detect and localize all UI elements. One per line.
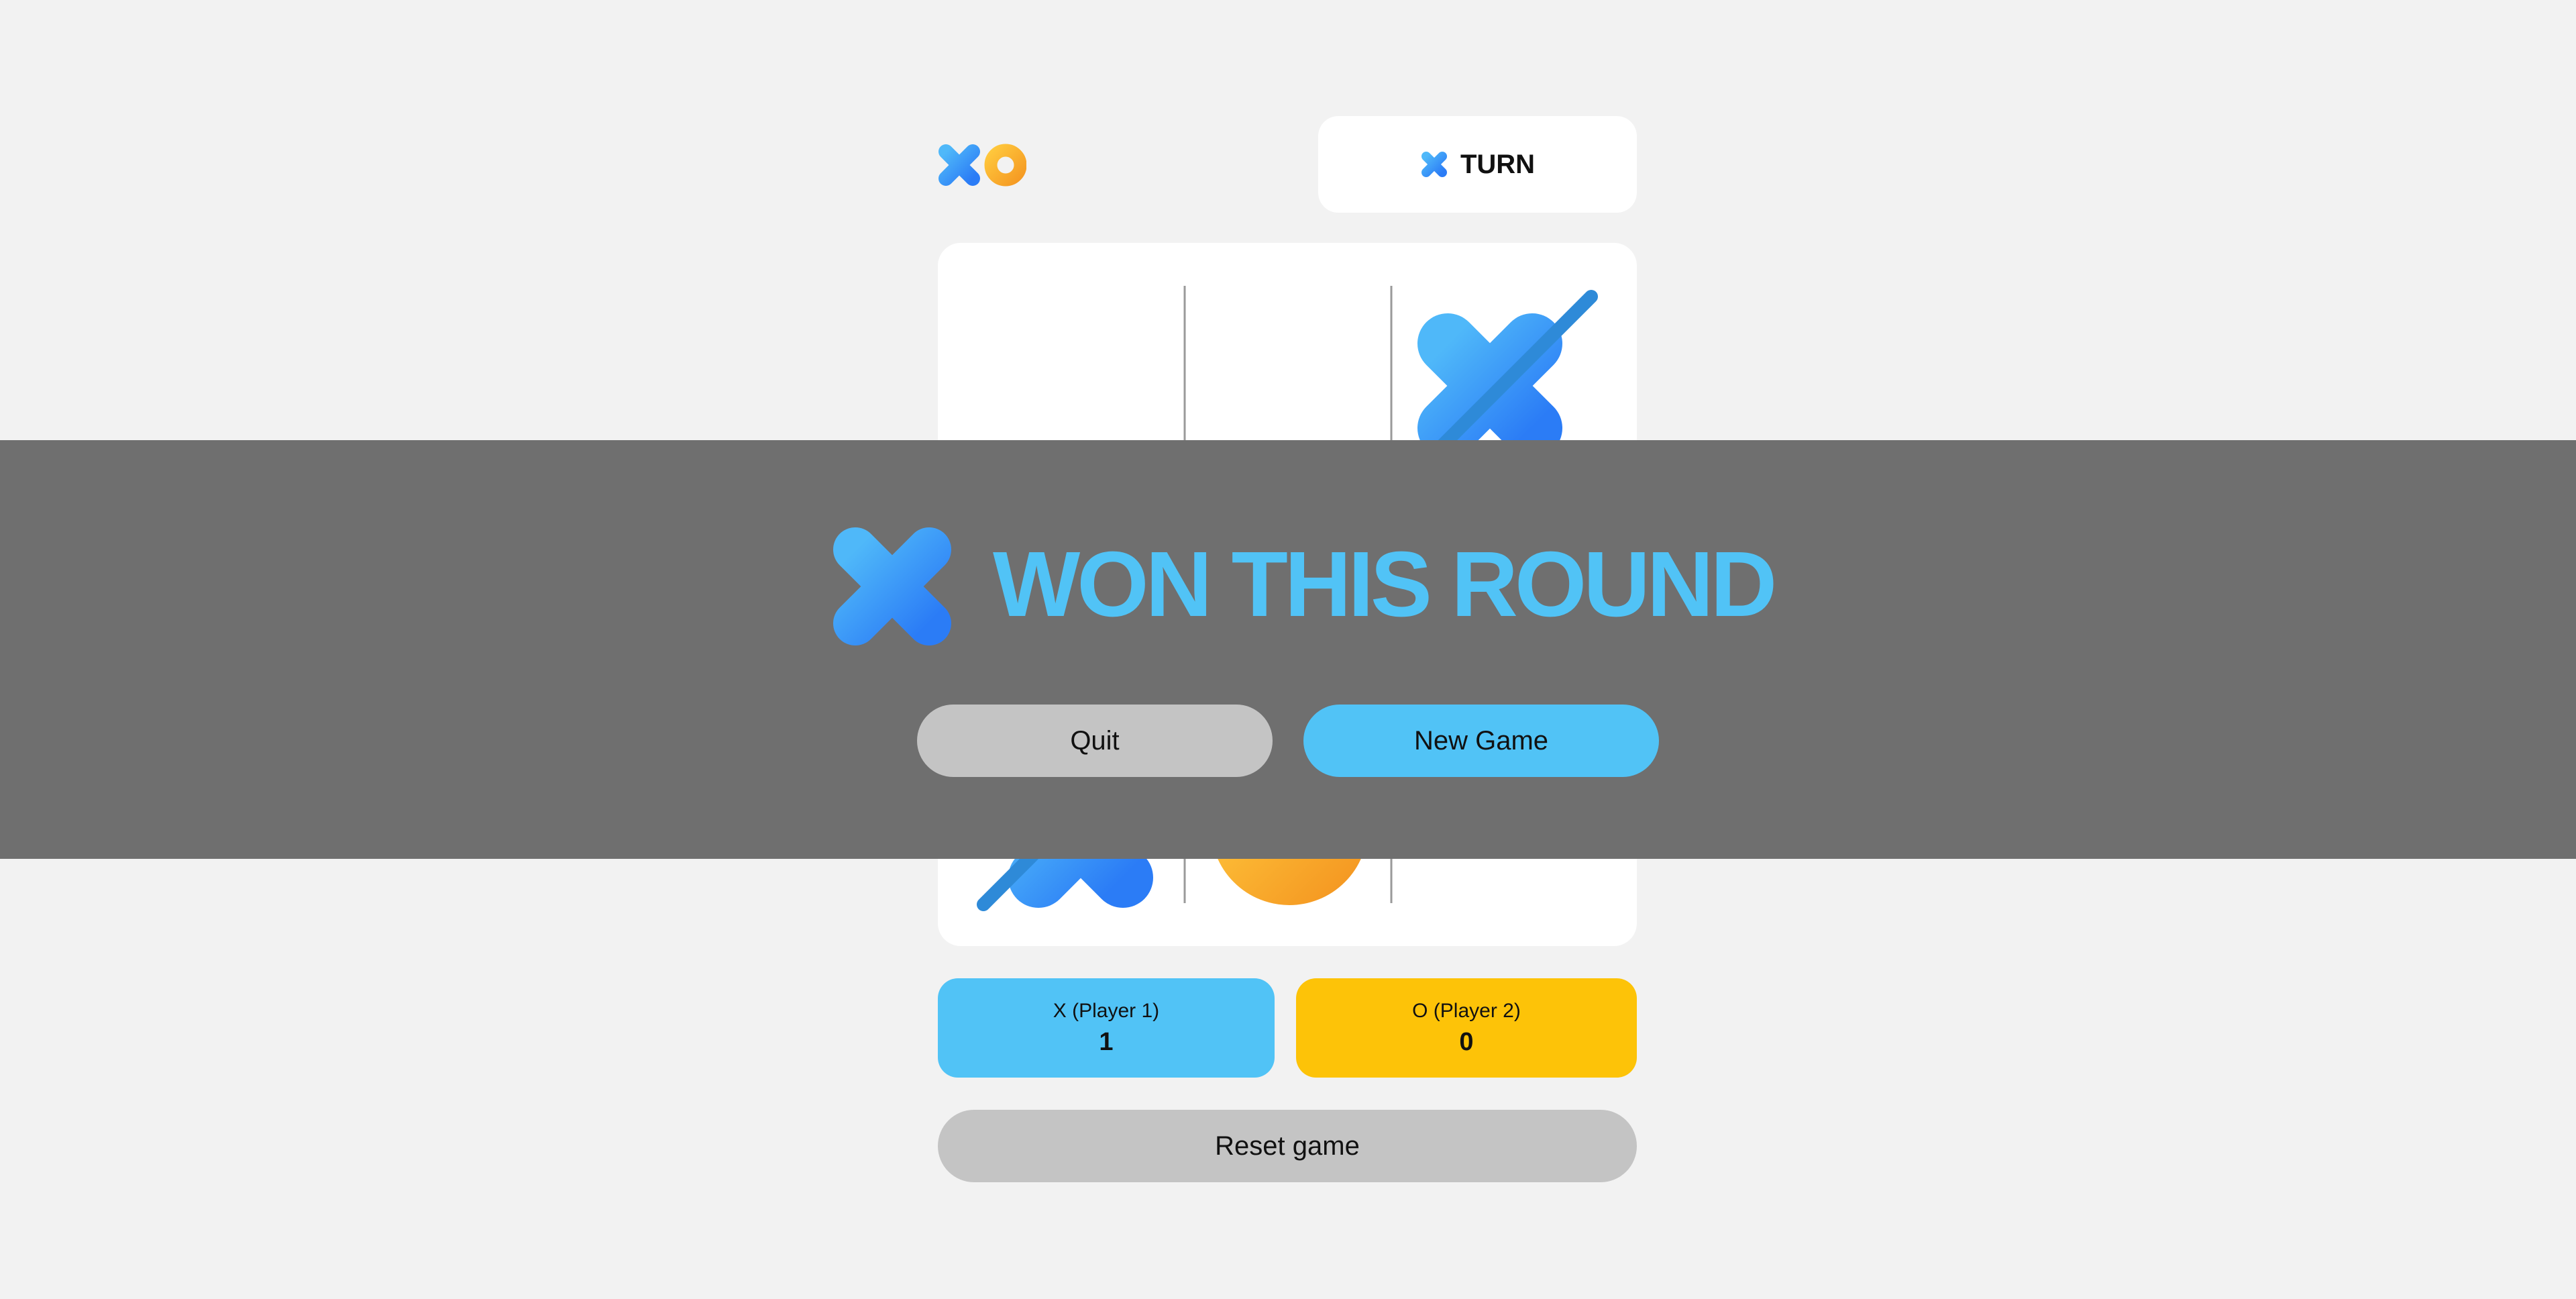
turn-indicator: TURN (1318, 116, 1637, 213)
turn-label: TURN (1460, 149, 1536, 179)
score-card-player-o: O (Player 2) 0 (1296, 978, 1637, 1078)
score-label-x: X (Player 1) (1053, 999, 1160, 1022)
x-mark-icon (938, 144, 980, 186)
score-card-player-x: X (Player 1) 1 (938, 978, 1275, 1078)
score-value-o: 0 (1459, 1027, 1474, 1056)
reset-game-button[interactable]: Reset game (938, 1110, 1637, 1182)
board-cell-3-x-mark (1417, 313, 1562, 458)
new-game-button[interactable]: New Game (1303, 705, 1659, 777)
result-overlay (0, 440, 2576, 859)
score-value-x: 1 (1099, 1027, 1114, 1056)
o-mark-icon (984, 144, 1027, 187)
app-logo (938, 144, 1027, 187)
quit-button[interactable]: Quit (917, 705, 1273, 777)
x-mark-icon (1421, 152, 1447, 177)
score-label-o: O (Player 2) (1412, 999, 1521, 1022)
result-message: WON THIS ROUND (993, 533, 1777, 636)
x-mark-icon (833, 527, 951, 645)
